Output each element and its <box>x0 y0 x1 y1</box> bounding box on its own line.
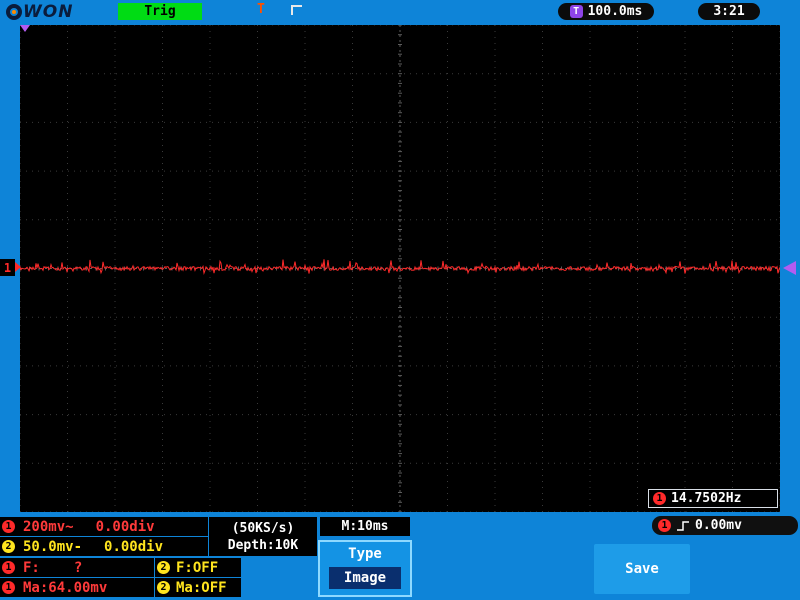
ch1-freq-measure: 1 F: ? <box>0 558 154 577</box>
sample-rate: (50KS/s) <box>232 520 295 537</box>
memory-depth: Depth:10K <box>228 537 298 554</box>
ch2-badge: 2 <box>157 581 170 594</box>
trigger-level-value: 0.00mv <box>695 518 742 533</box>
ch2-badge: 2 <box>2 540 15 553</box>
clock: 3:21 <box>698 3 760 20</box>
oscilloscope-screen: WON Trig T T 100.0ms 3:21 1 1 14.7502Hz … <box>0 0 800 600</box>
ch1-level-marker-label: 1 <box>4 261 11 275</box>
owon-logo-text: WON <box>23 2 73 22</box>
ch1-badge: 1 <box>2 581 15 594</box>
trigger-t-icon: T <box>570 5 583 18</box>
ch1-max-measure: 1 Ma:64.00mv <box>0 578 154 597</box>
timebase-readout: T 100.0ms <box>558 3 654 20</box>
ch2-freq-measure: 2 F:OFF <box>155 558 241 577</box>
ch1-scale: 200mv~ <box>23 519 74 535</box>
type-label: Type <box>320 546 410 562</box>
type-value-image[interactable]: Image <box>329 567 401 589</box>
ch1-freq-value: ? <box>74 560 82 576</box>
delay-ruler-tick-icon <box>291 5 302 15</box>
acquisition-readout: (50KS/s) Depth:10K <box>209 517 317 556</box>
timebase-value: 100.0ms <box>588 4 643 19</box>
freq-value: 14.7502Hz <box>671 491 741 506</box>
ch1-freq-label: F: <box>23 560 40 576</box>
trigger-level-readout: 1 0.00mv <box>652 516 798 535</box>
trigger-status-badge: Trig <box>118 3 202 20</box>
ch1-badge: 1 <box>2 520 15 533</box>
type-menu-button[interactable]: Type Image <box>318 540 412 597</box>
ch1-arrow-icon <box>15 262 21 272</box>
ch1-max-value: Ma:64.00mv <box>23 580 107 596</box>
ch2-scale-readout: 2 50.0mv- 0.00div <box>0 537 208 556</box>
ch2-offset: 0.00div <box>104 539 163 555</box>
rising-edge-icon <box>676 520 690 532</box>
trigger-offscreen-marker-icon <box>20 25 30 32</box>
ch2-badge: 2 <box>157 561 170 574</box>
ch1-scale-readout: 1 200mv~ 0.00div <box>0 517 208 536</box>
ch2-max-value: Ma:OFF <box>176 580 227 596</box>
waveform-display <box>20 25 780 512</box>
ch2-scale: 50.0mv- <box>23 539 82 555</box>
owon-logo-o-icon <box>6 4 22 20</box>
main-timebase-readout: M:10ms <box>320 517 410 536</box>
ch1-level-marker: 1 <box>0 259 15 276</box>
trigger-level-arrow-icon <box>783 261 796 275</box>
ch1-offset: 0.00div <box>96 519 155 535</box>
ch2-freq-label: F:OFF <box>176 560 218 576</box>
freq-readout: 1 14.7502Hz <box>648 489 778 508</box>
save-button[interactable]: Save <box>594 544 690 594</box>
owon-logo: WON <box>6 2 73 22</box>
trigger-position-marker: T <box>257 2 265 17</box>
ch1-badge: 1 <box>653 492 666 505</box>
ch1-badge: 1 <box>658 519 671 532</box>
ch2-max-measure: 2 Ma:OFF <box>155 578 241 597</box>
ch1-badge: 1 <box>2 561 15 574</box>
main-timebase-value: M:10ms <box>342 519 389 534</box>
